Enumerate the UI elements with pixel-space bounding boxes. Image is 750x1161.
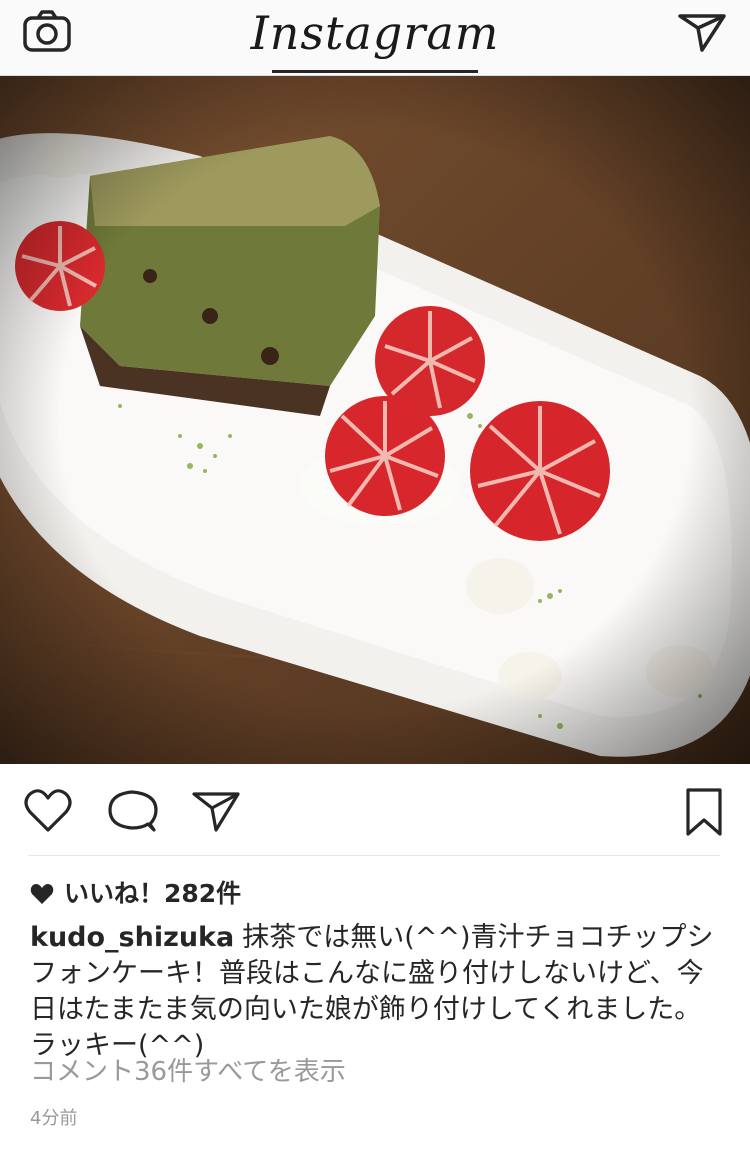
likes-count[interactable]: いいね！282件	[30, 874, 241, 914]
instagram-logo[interactable]: Instagram	[250, 0, 500, 72]
username-link[interactable]: kudo_shizuka	[30, 922, 234, 953]
camera-icon[interactable]	[22, 10, 74, 54]
post-photo[interactable]	[0, 76, 750, 764]
small-heart-icon	[30, 884, 54, 904]
post-caption: kudo_shizuka 抹茶では無い(^^)青汁チョコチップシフォンケーキ！普段…	[30, 920, 720, 1064]
top-bar: Instagram	[0, 0, 750, 76]
comment-icon[interactable]	[104, 784, 160, 840]
post-timestamp: 4分前	[30, 1108, 78, 1129]
heart-icon[interactable]	[20, 784, 76, 840]
direct-send-icon[interactable]	[676, 10, 728, 54]
bookmark-icon[interactable]	[676, 784, 732, 840]
likes-label: いいね！282件	[64, 879, 242, 908]
view-comments-link[interactable]: コメント36件すべてを表示	[30, 1052, 346, 1092]
logo-underline	[272, 70, 478, 73]
post-actions	[0, 770, 750, 854]
actions-divider	[28, 855, 720, 856]
share-icon[interactable]	[188, 784, 244, 840]
